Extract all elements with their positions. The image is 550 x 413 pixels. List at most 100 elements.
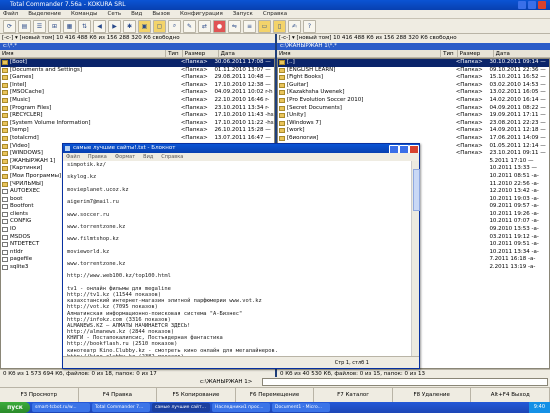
ftp-icon[interactable]: ⇄ [198,19,211,33]
sort-icon[interactable]: ⇅ [78,19,91,33]
function-key-button[interactable]: F4 Правка [79,388,158,402]
function-key-button[interactable]: F7 Каталог [314,388,393,402]
taskbar-task-button[interactable]: smart-tcbot.ru/w... [32,403,90,412]
unpack-icon[interactable]: ▢ [153,19,166,33]
col-date[interactable]: Дата [219,50,275,57]
right-path-bar[interactable]: c:\ЖАНЫРЖАН 1\*.* [277,43,550,50]
file-date: 29.08.2011 10:48 — [214,74,271,81]
file-row[interactable]: [Intel] <Папка> 17.10.2010 12:38 — [1,82,274,90]
menu-item[interactable]: Сеть [108,10,122,18]
file-row[interactable]: [Windows 7] <Папка> 23.08.2011 22:23 — [278,120,549,128]
sync-icon[interactable]: ⇋ [228,19,241,33]
tree-icon[interactable]: ⊞ [48,19,61,33]
menu-item[interactable]: Файл [3,10,18,18]
file-row[interactable]: [биология] <Папка> 17.06.2011 14:09 — [278,135,549,143]
file-row[interactable]: [RECYCLER] <Папка> 17.10.2010 11:43 -hs [1,112,274,120]
menu-item[interactable]: Вид [131,10,142,18]
file-row[interactable]: [MSOCache] <Папка> 04.09.2011 10:02 r-h [1,89,274,97]
back-icon[interactable]: ◀ [93,19,106,33]
file-row[interactable]: [Guitar] <Папка> 03.02.2010 14:53 — [278,82,549,90]
notepad-menu-item[interactable]: Формат [115,153,135,161]
notepad-window[interactable]: самые лучшие сайты!.txt - Блокнот Файл Пр… [62,143,420,369]
file-row[interactable]: [totalcmd] <Папка> 13.07.2011 16:47 — [1,135,274,143]
menu-item[interactable]: Команды [71,10,98,18]
thumbs-icon[interactable]: ▦ [63,19,76,33]
start-button[interactable]: пуск [0,402,30,413]
notepad-menu-item[interactable]: Файл [66,153,80,161]
close-button[interactable] [538,1,546,9]
left-drive-bar[interactable]: [-c-] ▾ [новый том] 10 416 488 Кб из 156… [0,34,275,43]
brief-icon[interactable]: ▤ [18,19,31,33]
function-key-button[interactable]: F3 Просмотр [0,388,79,402]
file-row[interactable]: [System Volume Information] <Папка> 17.10.… [1,120,274,128]
file-type [442,241,456,249]
left-path-bar[interactable]: c:\*.* [0,43,275,50]
file-row[interactable]: [temp] <Папка> 26.10.2011 15:28 — [1,127,274,135]
minimize-button[interactable] [518,1,526,9]
file-row[interactable]: [Program Files] <Папка> 23.10.2011 13:34 r… [1,105,274,113]
col-name[interactable]: Имя [277,50,442,57]
compare-icon[interactable]: ≡ [243,19,256,33]
file-row[interactable]: [ENGLISH LEARN] <Папка> 09.10.2011 22:36 — [278,67,549,75]
rename-icon[interactable]: ✎ [183,19,196,33]
file-row[interactable]: [work] <Папка> 14.09.2011 12:18 — [278,127,549,135]
scrollbar-thumb[interactable] [413,169,420,211]
pack-icon[interactable]: ▣ [138,19,151,33]
maximize-button[interactable] [528,1,536,9]
menu-item[interactable]: Вызов [152,10,170,18]
file-row[interactable]: [..] <Папка> 30.10.2011 09:14 — [278,59,549,67]
file-name: [MSOCache] [9,89,44,96]
folder-icon[interactable]: ▭ [258,19,271,33]
details-icon[interactable]: ☰ [33,19,46,33]
menu-item[interactable]: Справка [263,10,287,18]
file-row[interactable]: [Secret Documents] <Папка> 04.09.2011 08:2… [278,105,549,113]
col-name[interactable]: Имя [0,50,167,57]
taskbar-task-button[interactable]: самые лучшие сайт... [152,403,210,412]
refresh-icon[interactable]: ⟳ [3,19,16,33]
taskbar-task-button[interactable]: Total Commander 7... [92,403,150,412]
ftp-new-icon[interactable]: ● [213,19,226,33]
file-row[interactable]: [Fight Books] <Папка> 15.10.2011 16:52 — [278,74,549,82]
forward-icon[interactable]: ▶ [108,19,121,33]
function-key-bar: F3 Просмотр F4 Правка F5 Копирование F6 Пер… [0,387,550,402]
folder-icon [2,166,8,172]
function-key-button[interactable]: F8 Удаление [393,388,472,402]
function-key-button[interactable]: F6 Перемещение [236,388,315,402]
function-key-button[interactable]: F5 Копирование [157,388,236,402]
col-size[interactable]: Размер [183,50,219,57]
command-line[interactable]: c:\ЖАНЫРЖАН 1> [0,377,550,387]
notepad-scrollbar[interactable] [411,161,420,356]
search-icon[interactable]: ⌕ [168,19,181,33]
file-name: [Fight Books] [286,74,323,81]
window-titlebar[interactable]: Total Commander 7.56a - KOKURA SRL [0,0,550,10]
file-row[interactable]: [Documents and Settings] <Папка> 01.11.201… [1,67,274,75]
help-icon[interactable]: ? [303,19,316,33]
notepad-icon[interactable]: ✍ [288,19,301,33]
filter-icon[interactable]: ✱ [123,19,136,33]
col-date[interactable]: Дата [494,50,550,57]
function-key-button[interactable]: Alt+F4 Выход [471,388,550,402]
command-input[interactable] [262,378,548,386]
notepad-menu-item[interactable]: Справка [161,153,183,161]
notepad-titlebar[interactable]: самые лучшие сайты!.txt - Блокнот [63,144,419,154]
col-size[interactable]: Размер [458,50,494,57]
notepad-menu-item[interactable]: Вид [143,153,153,161]
col-type[interactable]: Тип [166,50,183,57]
file-date: 17.10.2010 11:43 -hs [214,112,274,119]
col-type[interactable]: Тип [441,50,458,57]
notepad-menu-item[interactable]: Правка [88,153,107,161]
copy-names-icon[interactable]: ▯ [273,19,286,33]
menu-item[interactable]: Выделение [28,10,61,18]
file-row[interactable]: [Boot] <Папка> 30.06.2011 17:08 — [1,59,274,67]
right-drive-bar[interactable]: [-c-] ▾ [новый том] 10 416 488 Кб из 156… [277,34,550,43]
file-row[interactable]: [Unity] <Папка> 19.09.2011 17:11 — [278,112,549,120]
file-row[interactable]: [Games] <Папка> 29.08.2011 10:48 — [1,74,274,82]
taskbar-task-button[interactable]: Document1 - Micro... [272,403,330,412]
menu-item[interactable]: Конфигурация [180,10,223,18]
menu-item[interactable]: Запуск [233,10,253,18]
file-row[interactable]: [Kazakhsha Uwenek] <Папка> 13.02.2011 16:0… [278,89,549,97]
file-row[interactable]: [Music] <Папка> 22.10.2010 16:46 r- [1,97,274,105]
taskbar-task-button[interactable]: Наследники1 прос... [212,403,270,412]
notepad-text-area[interactable]: simpotik.kz/skylog.kz movieplanet.ucoz.kz… [63,161,411,356]
file-row[interactable]: [Pro Evolution Soccer 2010] <Папка> 14.02.… [278,97,549,105]
